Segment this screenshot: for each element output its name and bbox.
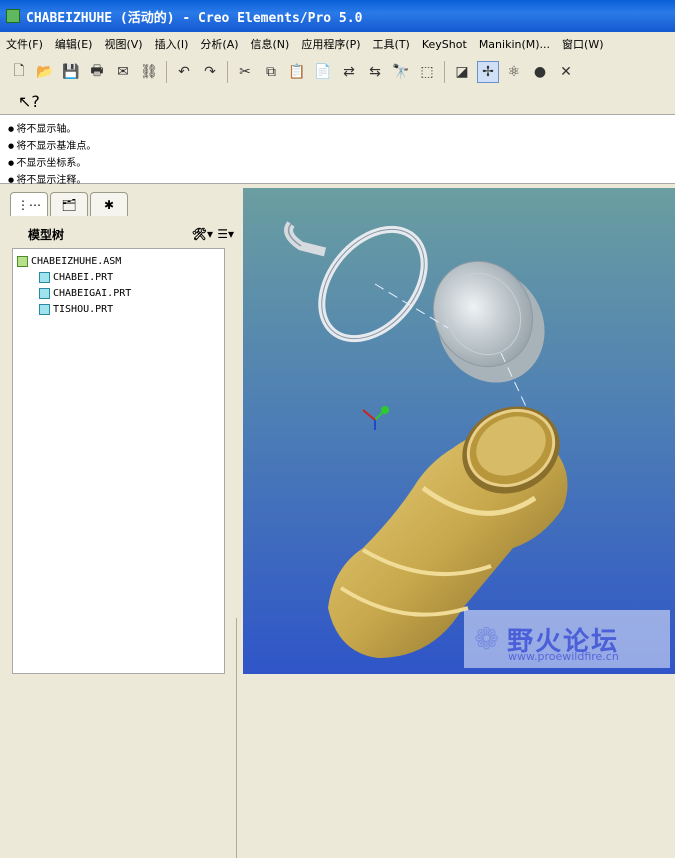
coordinate-display-icon[interactable]: ⚛ — [503, 61, 525, 83]
lid-part — [432, 260, 545, 383]
tree-node-label: CHABEIGAI.PRT — [53, 287, 132, 299]
regenerate-manager-icon[interactable]: ⇆ — [364, 61, 386, 83]
navigator-panel: ⋮⋯ 🗂 ✱ 模型树 🛠▾ ☰▾ CHABEIZHUHE.ASM CHABEI.… — [0, 188, 243, 858]
menu-window[interactable]: 窗口(W) — [556, 36, 609, 52]
copy-icon[interactable]: ⧉ — [260, 61, 282, 83]
paste-special-icon[interactable]: 📄 — [312, 61, 334, 83]
menu-applications[interactable]: 应用程序(P) — [295, 36, 366, 52]
menu-analysis[interactable]: 分析(A) — [194, 36, 244, 52]
panel-splitter[interactable] — [236, 618, 242, 858]
menu-keyshot[interactable]: KeyShot — [416, 38, 473, 51]
secondary-toolbar: ↖? — [0, 88, 675, 114]
toolbar-separator — [444, 61, 445, 83]
paste-icon[interactable]: 📋 — [286, 61, 308, 83]
assembly-icon — [17, 255, 28, 267]
menu-bar: 文件(F) 编辑(E) 视图(V) 插入(I) 分析(A) 信息(N) 应用程序… — [0, 32, 675, 56]
watermark-logo-icon: ❁ — [474, 621, 500, 657]
message-line: 将不显示轴。 — [8, 121, 675, 138]
menu-view[interactable]: 视图(V) — [98, 36, 148, 52]
toolbar-separator — [166, 61, 167, 83]
tree-node-label: TISHOU.PRT — [53, 303, 114, 315]
message-line: 将不显示注释。 — [8, 172, 675, 189]
tree-node-part[interactable]: CHABEI.PRT — [17, 269, 220, 285]
handle-ring — [284, 221, 428, 343]
link-icon[interactable]: ⛓ — [138, 61, 160, 83]
app-icon — [6, 9, 20, 23]
message-line: 不显示坐标系。 — [8, 155, 675, 172]
tree-node-part[interactable]: CHABEIGAI.PRT — [17, 285, 220, 301]
redo-icon[interactable]: ↷ — [199, 61, 221, 83]
model-tree-tab[interactable]: ⋮⋯ — [10, 192, 48, 216]
menu-manikin[interactable]: Manikin(M)... — [473, 38, 556, 51]
spin-center-icon[interactable]: ✕ — [555, 61, 577, 83]
menu-tools[interactable]: 工具(T) — [367, 36, 416, 52]
tree-node-part[interactable]: TISHOU.PRT — [17, 301, 220, 317]
email-icon[interactable]: ✉ — [112, 61, 134, 83]
part-icon — [39, 287, 50, 299]
datum-display-icon[interactable]: ◪ — [451, 61, 473, 83]
model-tree-header: 模型树 🛠▾ ☰▾ — [8, 220, 234, 248]
part-icon — [39, 303, 50, 315]
watermark-url: www.proewildfire.cn — [508, 650, 619, 663]
select-box-icon[interactable]: ⬚ — [416, 61, 438, 83]
print-icon[interactable]: 🖶 — [86, 61, 108, 83]
toolbar-separator — [227, 61, 228, 83]
menu-edit[interactable]: 编辑(E) — [49, 36, 99, 52]
find-icon[interactable]: 🔭 — [390, 61, 412, 83]
window-title: CHABEIZHUHE (活动的) - Creo Elements/Pro 5.… — [26, 10, 363, 26]
message-area: 将不显示轴。 将不显示基准点。 不显示坐标系。 将不显示注释。 — [0, 114, 675, 186]
menu-info[interactable]: 信息(N) — [245, 36, 296, 52]
tree-node-label: CHABEIZHUHE.ASM — [31, 255, 122, 267]
model-tree: CHABEIZHUHE.ASM CHABEI.PRT CHABEIGAI.PRT… — [12, 248, 225, 674]
tree-node-assembly[interactable]: CHABEIZHUHE.ASM — [17, 253, 220, 269]
main-toolbar: 🗋 📂 💾 🖶 ✉ ⛓ ↶ ↷ ✂ ⧉ 📋 📄 ⇄ ⇆ 🔭 ⬚ ◪ ✢ ⚛ ● … — [0, 56, 675, 88]
model-tree-title: 模型树 — [28, 227, 65, 242]
tree-settings-icon[interactable]: 🛠▾ ☰▾ — [192, 227, 234, 241]
tree-node-label: CHABEI.PRT — [53, 271, 114, 283]
axis-display-icon[interactable]: ✢ — [477, 61, 499, 83]
context-help-icon[interactable]: ↖? — [18, 92, 40, 111]
favorites-tab[interactable]: ✱ — [90, 192, 128, 216]
assembly-model — [284, 221, 568, 658]
open-folder-icon[interactable]: 📂 — [34, 61, 56, 83]
cut-icon[interactable]: ✂ — [234, 61, 256, 83]
regenerate-icon[interactable]: ⇄ — [338, 61, 360, 83]
new-file-icon[interactable]: 🗋 — [8, 61, 30, 83]
save-icon[interactable]: 💾 — [60, 61, 82, 83]
coordinate-triad — [362, 406, 389, 430]
graphics-viewport[interactable] — [243, 188, 675, 674]
message-line: 将不显示基准点。 — [8, 138, 675, 155]
menu-file[interactable]: 文件(F) — [0, 36, 49, 52]
undo-icon[interactable]: ↶ — [173, 61, 195, 83]
part-icon — [39, 271, 50, 283]
menu-insert[interactable]: 插入(I) — [149, 36, 195, 52]
navigator-tabs: ⋮⋯ 🗂 ✱ — [10, 192, 130, 216]
shading-icon[interactable]: ● — [529, 61, 551, 83]
title-bar: CHABEIZHUHE (活动的) - Creo Elements/Pro 5.… — [0, 0, 675, 32]
folder-browser-tab[interactable]: 🗂 — [50, 192, 88, 216]
